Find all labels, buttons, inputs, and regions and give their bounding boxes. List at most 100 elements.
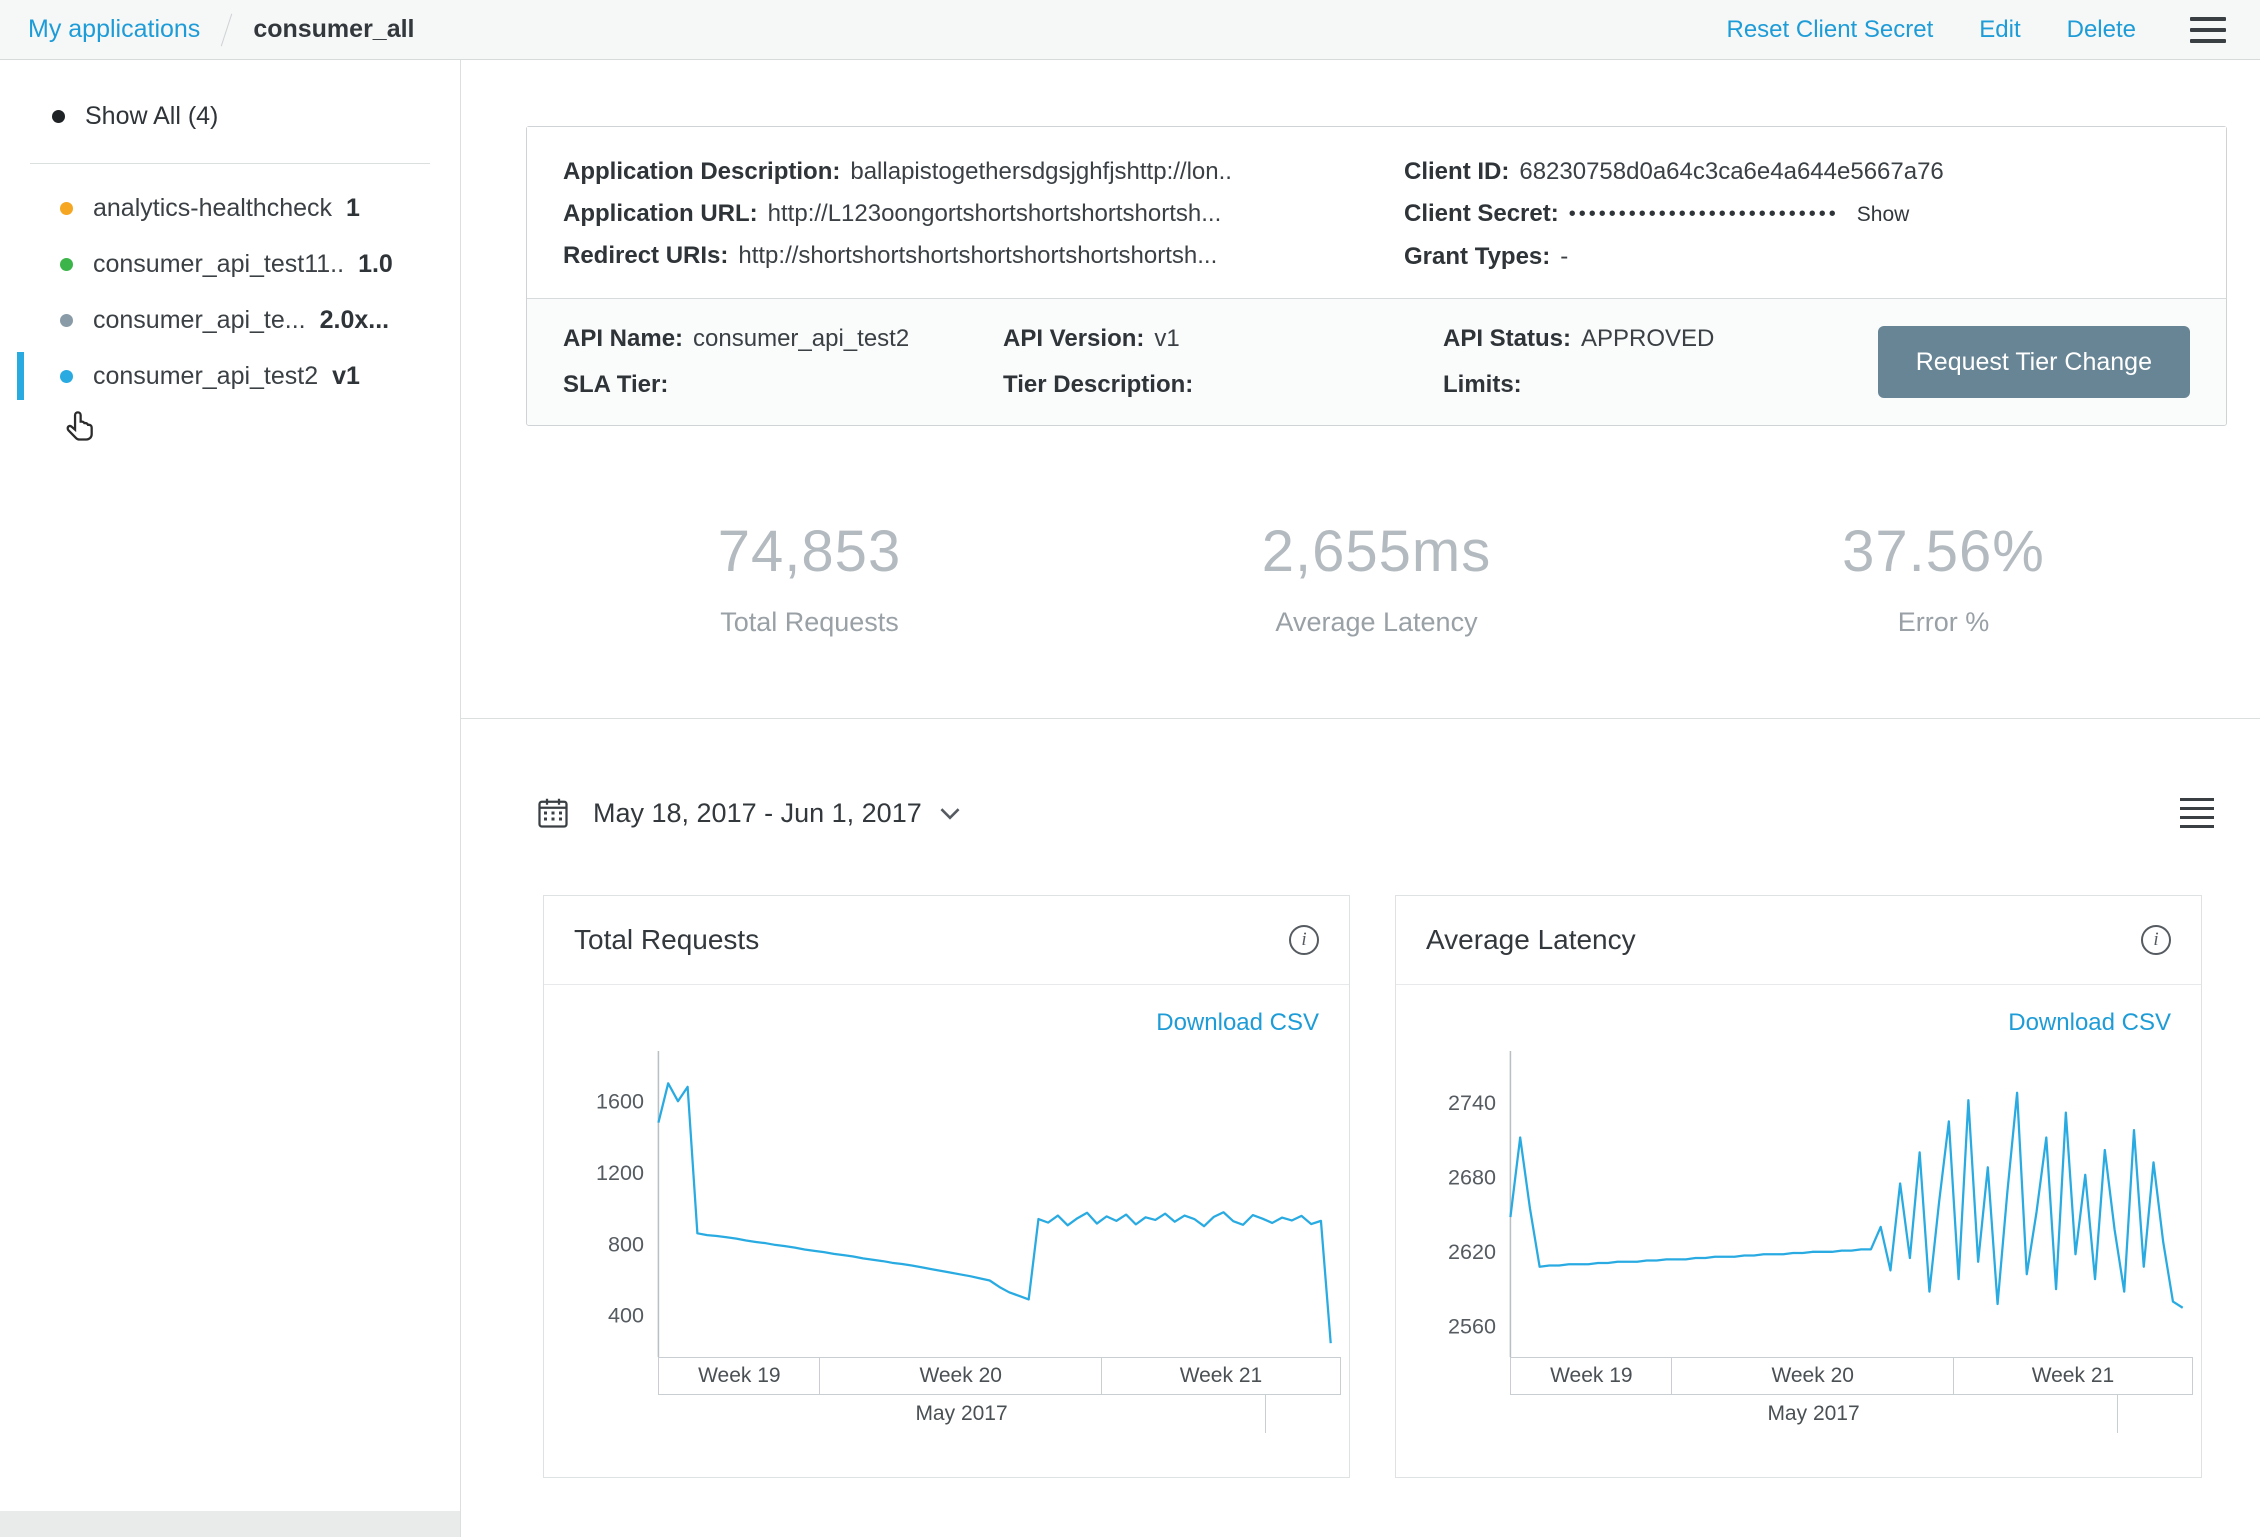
api-details-section: API Name: consumer_api_test2 SLA Tier: A… xyxy=(527,298,2226,425)
x-axis-week-label: Week 20 xyxy=(1672,1357,1954,1396)
calendar-icon xyxy=(538,798,568,828)
status-dot-icon xyxy=(60,313,73,327)
application-url-value: http://L123oongortshortshortshortshortsh… xyxy=(767,200,1222,227)
summary-stats: 74,853 Total Requests 2,655ms Average La… xyxy=(526,426,2227,718)
app-name: analytics-healthcheck xyxy=(93,193,333,222)
charts-row: Total Requests i Download CSV 400 800 1200… xyxy=(543,895,2202,1479)
selected-indicator xyxy=(17,352,24,400)
menu-icon[interactable] xyxy=(2190,16,2226,43)
svg-text:2620: 2620 xyxy=(1448,1239,1496,1264)
tier-description-label: Tier Description: xyxy=(1003,371,1194,398)
app-name: consumer_api_test2 xyxy=(93,361,319,390)
application-description-value: ballapistogethersdgsjghfjshttp://lon.. xyxy=(850,158,1232,185)
average-latency-line-chart: 2560 2620 2680 2740 xyxy=(1448,1051,2184,1358)
chart-title: Total Requests xyxy=(574,924,760,955)
application-url-label: Application URL: xyxy=(563,200,758,227)
application-details-section: Application Description: ballapistogethe… xyxy=(527,127,2226,298)
api-name-value: consumer_api_test2 xyxy=(693,325,910,352)
svg-text:1200: 1200 xyxy=(596,1160,644,1185)
stat-label: Average Latency xyxy=(1275,607,1478,637)
breadcrumb-separator xyxy=(221,13,233,46)
sidebar-item-consumer-api-test11[interactable]: consumer_api_test11.. 1.0 xyxy=(0,236,460,292)
client-id-value: 68230758d0a64c3ca6e4a644e5667a76 xyxy=(1519,158,1944,185)
status-dot-icon xyxy=(60,201,73,215)
chevron-down-icon xyxy=(940,807,960,820)
svg-text:2560: 2560 xyxy=(1448,1314,1496,1339)
x-axis-month-label: May 2017 xyxy=(658,1395,1266,1434)
sidebar-show-all[interactable]: Show All (4) xyxy=(0,92,460,141)
api-status-label: API Status: xyxy=(1443,325,1572,352)
stat-value: 2,655ms xyxy=(1261,519,1492,584)
svg-text:1600: 1600 xyxy=(596,1088,644,1113)
stat-average-latency: 2,655ms Average Latency xyxy=(1093,518,1660,638)
api-name-label: API Name: xyxy=(563,325,684,352)
stat-label: Total Requests xyxy=(720,607,899,637)
redirect-uris-label: Redirect URIs: xyxy=(563,242,729,269)
sla-tier-label: SLA Tier: xyxy=(563,371,669,398)
list-view-icon[interactable] xyxy=(2180,798,2214,828)
x-axis-week-label: Week 21 xyxy=(1953,1357,2193,1396)
date-range-value: May 18, 2017 - Jun 1, 2017 xyxy=(593,797,922,828)
page-title: consumer_all xyxy=(253,15,415,43)
app-version: 2.0x... xyxy=(319,305,390,334)
delete-link[interactable]: Delete xyxy=(2067,16,2136,44)
cursor-icon xyxy=(66,411,93,441)
sidebar-item-consumer-api-test2[interactable]: consumer_api_test2 v1 xyxy=(0,348,460,404)
chart-title: Average Latency xyxy=(1426,924,1636,955)
info-icon[interactable]: i xyxy=(1289,925,1319,955)
app-details-panel: Application Description: ballapistogethe… xyxy=(526,126,2227,426)
app-name: consumer_api_test11.. xyxy=(93,249,345,278)
main-content: Application Description: ballapistogethe… xyxy=(461,60,2260,1537)
breadcrumb-my-applications[interactable]: My applications xyxy=(28,15,200,44)
stat-total-requests: 74,853 Total Requests xyxy=(526,518,1093,638)
download-csv-link[interactable]: Download CSV xyxy=(2008,1009,2171,1036)
app-version: v1 xyxy=(332,361,360,390)
date-filter-row: May 18, 2017 - Jun 1, 2017 xyxy=(535,795,2214,831)
app-name: consumer_api_te... xyxy=(93,305,306,334)
client-secret-label: Client Secret: xyxy=(1404,200,1559,227)
show-secret-button[interactable]: Show xyxy=(1857,200,1910,230)
sidebar-divider xyxy=(30,163,430,164)
app-version: 1.0 xyxy=(358,249,393,278)
info-icon[interactable]: i xyxy=(2141,925,2171,955)
svg-text:400: 400 xyxy=(608,1303,644,1328)
app-version: 1 xyxy=(346,193,360,222)
x-axis-week-label: Week 19 xyxy=(658,1357,821,1396)
total-requests-line-chart: 400 800 1200 1600 xyxy=(596,1051,1332,1358)
stat-label: Error % xyxy=(1897,607,1990,637)
sidebar-item-analytics-healthcheck[interactable]: analytics-healthcheck 1 xyxy=(0,180,460,236)
svg-text:2680: 2680 xyxy=(1448,1164,1496,1189)
x-axis-week-label: Week 21 xyxy=(1101,1357,1341,1396)
grant-types-value: - xyxy=(1560,243,1569,270)
client-id-label: Client ID: xyxy=(1404,158,1510,185)
stat-value: 37.56% xyxy=(1842,519,2045,584)
average-latency-chart-card: Average Latency i Download CSV 2560 2620 2… xyxy=(1395,895,2202,1479)
stat-error-percent: 37.56% Error % xyxy=(1660,518,2227,638)
sidebar-item-consumer-api-te[interactable]: consumer_api_te... 2.0x... xyxy=(0,292,460,348)
status-dot-icon xyxy=(60,257,73,271)
client-secret-masked-value: ••••••••••••••••••••••••••• xyxy=(1568,203,1839,225)
x-axis-month-label: May 2017 xyxy=(1510,1395,2118,1434)
reset-client-secret-link[interactable]: Reset Client Secret xyxy=(1727,16,1934,44)
redirect-uris-value: http://shortshortshortshortshortshortsho… xyxy=(738,242,1218,269)
show-all-label: Show All (4) xyxy=(85,102,219,130)
download-csv-link[interactable]: Download CSV xyxy=(1156,1009,1319,1036)
section-divider xyxy=(461,718,2260,719)
bullet-icon xyxy=(52,110,65,123)
x-axis-week-label: Week 19 xyxy=(1510,1357,1673,1396)
total-requests-chart-card: Total Requests i Download CSV 400 800 1200… xyxy=(543,895,1350,1479)
edit-link[interactable]: Edit xyxy=(1979,16,2020,44)
svg-text:2740: 2740 xyxy=(1448,1090,1496,1115)
date-range-selector[interactable]: May 18, 2017 - Jun 1, 2017 xyxy=(535,795,960,831)
stat-value: 74,853 xyxy=(717,519,902,584)
application-description-label: Application Description: xyxy=(563,158,841,185)
limits-label: Limits: xyxy=(1443,371,1522,398)
sidebar-footer-strip xyxy=(0,1511,460,1537)
grant-types-label: Grant Types: xyxy=(1404,243,1551,270)
x-axis: Week 19 Week 20 Week 21 May 2017 xyxy=(658,1357,1341,1434)
request-tier-change-button[interactable]: Request Tier Change xyxy=(1877,326,2190,398)
status-dot-icon xyxy=(60,369,73,383)
x-axis-week-label: Week 20 xyxy=(820,1357,1102,1396)
x-axis: Week 19 Week 20 Week 21 May 2017 xyxy=(1510,1357,2193,1434)
top-bar: My applications consumer_all Reset Clien… xyxy=(0,0,2260,60)
